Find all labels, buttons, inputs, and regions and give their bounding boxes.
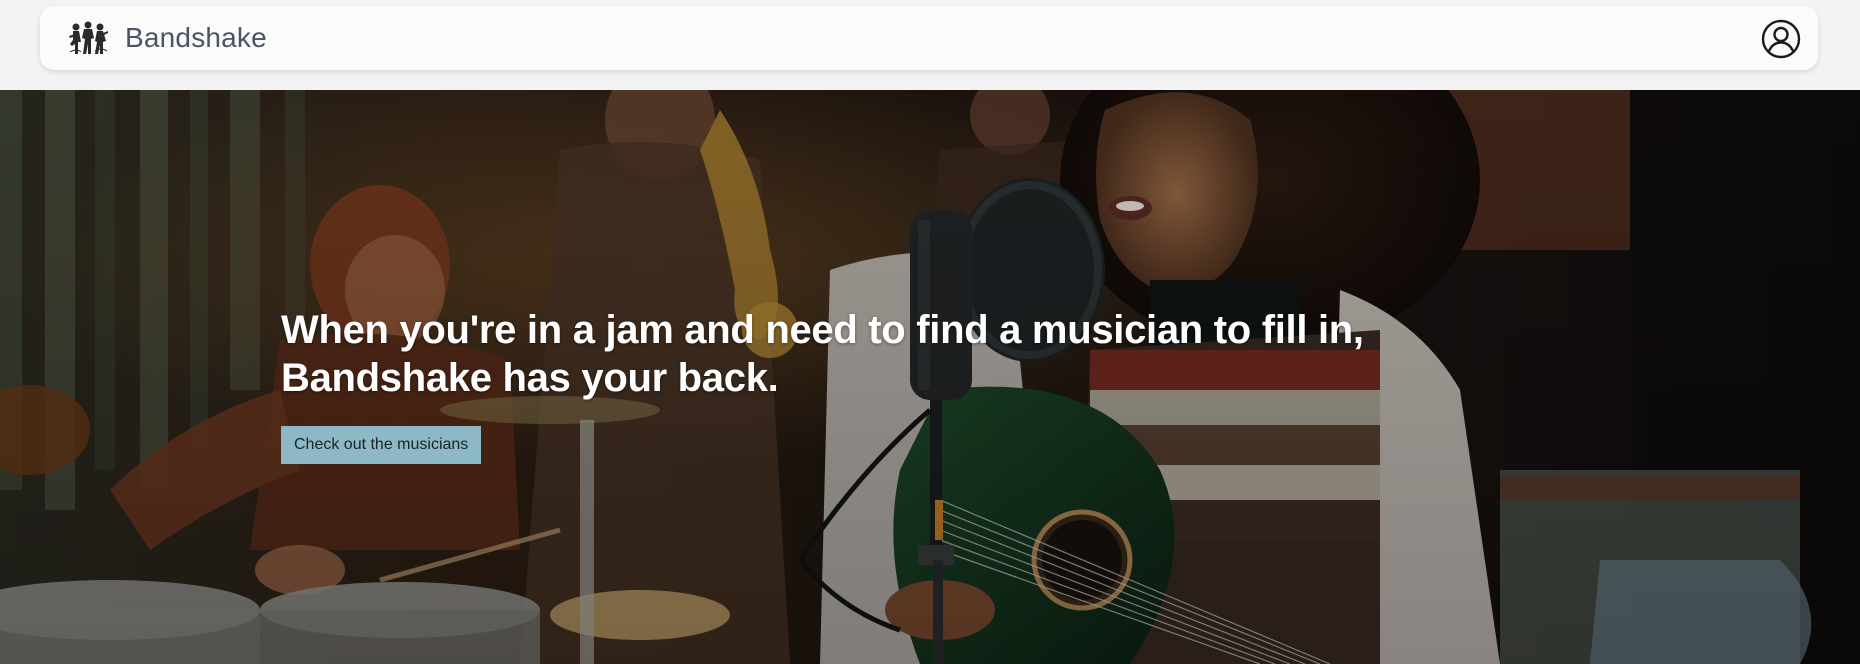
hero-section: When you're in a jam and need to find a … xyxy=(0,90,1860,664)
top-bar-area: Bandshake xyxy=(0,0,1860,90)
check-out-musicians-button[interactable]: Check out the musicians xyxy=(281,426,482,464)
navbar: Bandshake xyxy=(40,6,1818,70)
brand-name[interactable]: Bandshake xyxy=(125,23,267,53)
band-logo-icon[interactable] xyxy=(67,18,109,58)
hero-content: When you're in a jam and need to find a … xyxy=(281,306,1481,464)
user-circle-icon[interactable] xyxy=(1761,19,1801,59)
hero-headline: When you're in a jam and need to find a … xyxy=(281,308,1364,400)
